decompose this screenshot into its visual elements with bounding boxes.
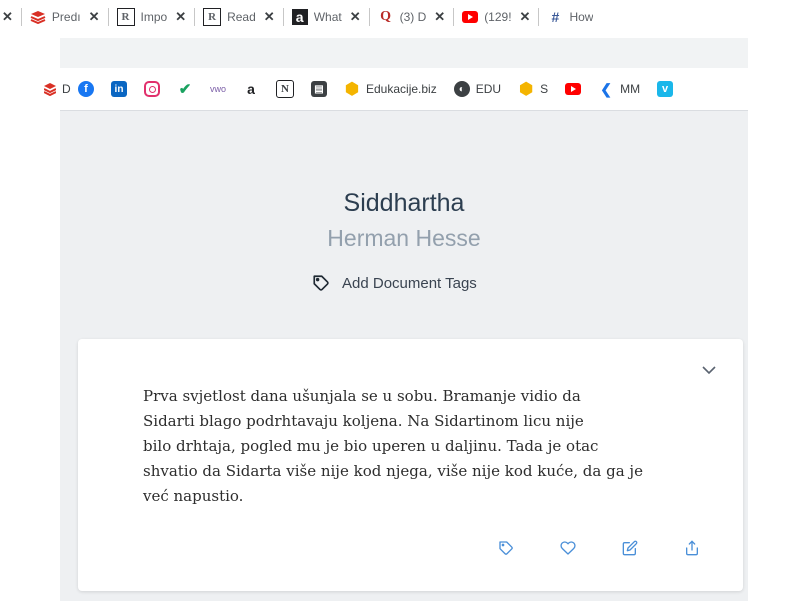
highlight-line: već napustio. — [143, 487, 244, 505]
highlight-line: bilo drhtaja, pogled mu je bio uperen u … — [143, 437, 599, 455]
highlight-text: Prva svjetlost dana ušunjala se u sobu. … — [143, 384, 683, 509]
highlight-line: Sidarti blago podrhtavaju koljena. Na Si… — [143, 412, 584, 430]
a-favicon-icon: a — [291, 9, 308, 25]
bookmark-vimeo[interactable]: v — [657, 81, 674, 97]
bookmark-instagram[interactable] — [144, 81, 160, 97]
reader-page: Siddhartha Herman Hesse Add Document Tag… — [60, 110, 748, 601]
bookmark-check[interactable]: ✔ — [177, 81, 193, 98]
amazon-icon: a — [247, 81, 255, 97]
highlight-card: Prva svjetlost dana ušunjala se u sobu. … — [78, 339, 743, 591]
bookmark-label: Edukacije.biz — [366, 82, 437, 96]
bookmark-label: EDU — [475, 82, 502, 96]
bookmark-vwo[interactable]: vwo — [210, 81, 226, 97]
browser-tab-bar: ✕ Predı ✕ R Impo ✕ R Read ✕ a What ✕ Q (… — [0, 0, 800, 34]
bookmarks-bar: f in ✔ vwo a N ▤ ⬢ Edukacije.biz ◐ EDU ⬢… — [60, 74, 748, 104]
edit-icon[interactable] — [622, 540, 638, 556]
check-icon: ✔ — [178, 81, 192, 98]
stack-icon — [44, 83, 56, 96]
highlight-line: shvatio da Sidarta više nije kod njega, … — [143, 462, 643, 480]
tab-title: Read — [227, 10, 256, 24]
tab-6[interactable]: (129! ✕ — [445, 0, 530, 34]
bookmark-label: S — [540, 82, 549, 96]
tab-4[interactable]: a What ✕ — [275, 0, 361, 34]
globe-icon: ◐ — [453, 81, 470, 97]
highlight-line: Prva svjetlost dana ušunjala se u sobu. … — [143, 387, 581, 405]
r-favicon-icon: R — [203, 8, 222, 26]
close-tab-icon[interactable]: ✕ — [264, 9, 275, 25]
bookmark-edukacije[interactable]: ⬢ Edukacije.biz — [344, 81, 437, 98]
notion-icon: N — [276, 80, 294, 98]
bookmark-notion[interactable]: N — [276, 80, 294, 98]
vwo-icon: vwo — [210, 84, 227, 94]
tab-0[interactable]: ✕ — [0, 0, 13, 34]
share-icon[interactable] — [684, 540, 700, 556]
bookmark-mm[interactable]: ❮ MM — [598, 81, 640, 97]
highlight-actions — [498, 540, 746, 556]
stack-favicon-icon — [30, 9, 46, 25]
youtube-favicon-icon — [462, 9, 479, 25]
tab-5[interactable]: Q (3) D ✕ — [361, 0, 445, 34]
tag-icon — [313, 275, 329, 291]
tab-title: (129! — [484, 10, 512, 24]
tab-title: (3) D — [399, 10, 427, 24]
close-tab-icon[interactable]: ✕ — [434, 9, 445, 25]
youtube-icon — [565, 81, 582, 97]
close-tab-icon[interactable]: ✕ — [2, 9, 13, 25]
tab-7[interactable]: # How — [530, 0, 593, 34]
heart-icon[interactable] — [560, 540, 576, 556]
bookmark-facebook[interactable]: f — [78, 81, 94, 97]
save-icon: ▤ — [311, 81, 327, 97]
bookmark-amazon[interactable]: a — [243, 81, 259, 97]
r-favicon-icon: R — [116, 8, 135, 26]
instagram-icon — [144, 81, 160, 97]
hash-favicon-icon: # — [551, 9, 560, 25]
tag-icon[interactable] — [498, 540, 514, 556]
add-tags-label: Add Document Tags — [342, 274, 477, 292]
bookmark-youtube[interactable] — [565, 81, 582, 97]
facebook-icon: f — [78, 81, 94, 97]
tab-title: Predı — [51, 10, 81, 24]
bookmark-save[interactable]: ▤ — [311, 81, 327, 97]
tab-title: Impo — [140, 10, 168, 24]
close-tab-icon[interactable]: ✕ — [89, 9, 100, 25]
bookmark-edu[interactable]: ◐ EDU — [453, 81, 502, 97]
tab-title: What — [313, 10, 342, 24]
tab-title: How — [569, 10, 594, 24]
bookmark-s[interactable]: ⬢ S — [518, 81, 549, 98]
close-tab-icon[interactable]: ✕ — [350, 9, 361, 25]
chevron-down-icon[interactable] — [701, 365, 717, 375]
tab-2[interactable]: R Impo ✕ — [100, 0, 186, 34]
hexagon-icon: ⬢ — [345, 81, 359, 98]
bookmark-linkedin[interactable]: in — [111, 81, 127, 97]
address-bar[interactable] — [60, 38, 748, 68]
quora-favicon-icon: Q — [380, 9, 392, 24]
hexagon-icon: ⬢ — [519, 81, 534, 98]
bookmark-label: MM — [620, 82, 641, 96]
add-document-tags-button[interactable]: Add Document Tags — [312, 274, 477, 292]
tab-3[interactable]: R Read ✕ — [186, 0, 275, 34]
linkedin-icon: in — [111, 81, 127, 97]
tab-1[interactable]: Predı ✕ — [13, 0, 100, 34]
book-author: Herman Hesse — [327, 225, 481, 251]
close-tab-icon[interactable]: ✕ — [520, 9, 531, 25]
book-title: Siddhartha — [343, 189, 465, 217]
close-tab-icon[interactable]: ✕ — [175, 9, 186, 25]
vimeo-icon: v — [657, 81, 674, 97]
mm-icon: ❮ — [600, 80, 612, 97]
